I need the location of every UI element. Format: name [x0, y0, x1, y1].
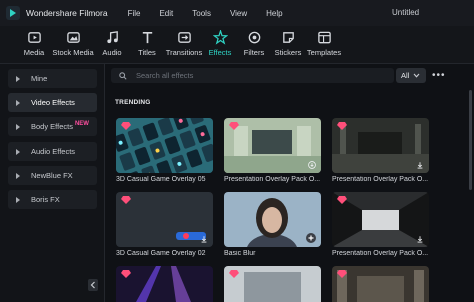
- sidebar-item-label: Mine: [31, 74, 48, 83]
- add-icon[interactable]: [306, 233, 316, 243]
- caret-right-icon: [16, 172, 20, 179]
- tab-filters-label: Filters: [243, 48, 265, 57]
- filter-dropdown[interactable]: All: [396, 68, 426, 83]
- sidebar-item-label: Audio Effects: [31, 147, 76, 156]
- search-placeholder: Search all effects: [136, 71, 194, 80]
- media-icon: [27, 32, 41, 43]
- tab-stickers[interactable]: Stickers: [268, 30, 308, 57]
- caret-right-icon: [16, 99, 20, 106]
- filmora-logo-icon: [6, 6, 20, 20]
- caret-right-icon: [16, 75, 20, 82]
- templates-icon: [317, 31, 331, 44]
- sidebar-item-label: Body Effects: [31, 122, 73, 131]
- premium-gem-icon: [121, 122, 131, 130]
- effect-card[interactable]: [332, 192, 429, 247]
- caret-right-icon: [16, 123, 20, 130]
- menu-help[interactable]: Help: [266, 9, 282, 18]
- download-icon[interactable]: [200, 235, 208, 243]
- effect-card[interactable]: [116, 266, 213, 302]
- chevron-left-icon: [90, 281, 95, 289]
- music-note-icon: [106, 31, 118, 44]
- more-options-icon[interactable]: •••: [432, 70, 446, 81]
- main-toolbar: Media Stock Media Audio Titles Transitio…: [0, 26, 474, 64]
- effects-icon: [212, 30, 228, 45]
- tab-templates-label: Templates: [306, 48, 342, 57]
- premium-gem-icon: [229, 270, 239, 278]
- title-bar: Wondershare Filmora File Edit Tools View…: [0, 0, 474, 26]
- stickers-icon: [282, 32, 294, 43]
- premium-gem-icon: [337, 270, 347, 278]
- menu-edit[interactable]: Edit: [159, 9, 173, 18]
- stock-media-icon: [66, 32, 80, 43]
- menu-view[interactable]: View: [230, 9, 247, 18]
- sidebar-item-boris-fx[interactable]: Boris FX: [8, 190, 97, 209]
- search-icon: [119, 71, 127, 80]
- premium-gem-icon: [337, 196, 347, 204]
- transitions-icon: [177, 32, 191, 43]
- effects-category-sidebar: Mine Video Effects Body Effects NEW Audi…: [0, 64, 105, 302]
- menu-bar: File Edit Tools View Help: [128, 9, 302, 18]
- premium-gem-icon: [229, 122, 239, 130]
- effect-card[interactable]: [332, 118, 429, 173]
- tab-audio-label: Audio: [102, 48, 122, 57]
- search-field[interactable]: Search all effects: [111, 68, 394, 83]
- sidebar-item-label: Boris FX: [31, 195, 60, 204]
- filter-value: All: [401, 71, 410, 80]
- content-scrollbar[interactable]: [469, 90, 472, 190]
- sidebar-item-label: NewBlue FX: [31, 171, 73, 180]
- sidebar-item-label: Video Effects: [31, 98, 75, 107]
- section-title: TRENDING: [115, 99, 151, 106]
- collapse-sidebar-button[interactable]: [88, 279, 98, 291]
- sidebar-item-newblue-fx[interactable]: NewBlue FX: [8, 166, 97, 185]
- effect-card-label: Presentation Overlay Pack O...: [332, 250, 429, 257]
- effect-card[interactable]: [224, 192, 321, 247]
- sidebar-item-body-effects[interactable]: Body Effects NEW: [8, 117, 97, 136]
- tab-media-label: Media: [23, 48, 45, 57]
- chevron-down-icon: [413, 73, 420, 78]
- effect-card[interactable]: [116, 118, 213, 173]
- effect-card-label: 3D Casual Game Overlay 02: [116, 250, 206, 257]
- tab-media[interactable]: Media: [14, 30, 54, 57]
- tab-effects-label: Effects: [208, 48, 232, 57]
- app-title: Wondershare Filmora: [26, 8, 108, 18]
- new-badge: NEW: [74, 121, 89, 127]
- effect-card[interactable]: [224, 266, 321, 302]
- text-icon: [142, 31, 152, 44]
- filters-icon: [248, 31, 260, 44]
- effect-card-label: Presentation Overlay Pack O...: [332, 176, 429, 183]
- premium-gem-icon: [121, 270, 131, 278]
- effect-card[interactable]: [116, 192, 213, 247]
- sidebar-item-mine[interactable]: Mine: [8, 69, 97, 88]
- document-title: Untitled: [392, 8, 420, 17]
- download-icon[interactable]: [416, 161, 424, 169]
- tab-stock-media[interactable]: Stock Media: [52, 30, 94, 57]
- tab-templates[interactable]: Templates: [304, 30, 344, 57]
- effect-card[interactable]: [224, 118, 321, 173]
- sidebar-item-audio-effects[interactable]: Audio Effects: [8, 142, 97, 161]
- menu-file[interactable]: File: [128, 9, 141, 18]
- sidebar-item-video-effects[interactable]: Video Effects: [8, 93, 97, 112]
- effect-card-label: Presentation Overlay Pack O...: [224, 176, 321, 183]
- effect-card-label: Basic Blur: [224, 250, 256, 257]
- download-icon[interactable]: [308, 161, 316, 169]
- menu-tools[interactable]: Tools: [192, 9, 211, 18]
- tab-stickers-label: Stickers: [274, 48, 302, 57]
- premium-gem-icon: [337, 122, 347, 130]
- tab-audio[interactable]: Audio: [92, 30, 132, 57]
- tab-stock-media-label: Stock Media: [52, 48, 94, 57]
- effect-card-label: 3D Casual Game Overlay 05: [116, 176, 206, 183]
- download-icon[interactable]: [416, 235, 424, 243]
- tab-titles-label: Titles: [138, 48, 156, 57]
- premium-gem-icon: [121, 196, 131, 204]
- tab-transitions-label: Transitions: [165, 48, 203, 57]
- tab-titles[interactable]: Titles: [127, 30, 167, 57]
- tab-transitions[interactable]: Transitions: [164, 30, 204, 57]
- effect-card[interactable]: [332, 266, 429, 302]
- caret-right-icon: [16, 196, 20, 203]
- caret-right-icon: [16, 148, 20, 155]
